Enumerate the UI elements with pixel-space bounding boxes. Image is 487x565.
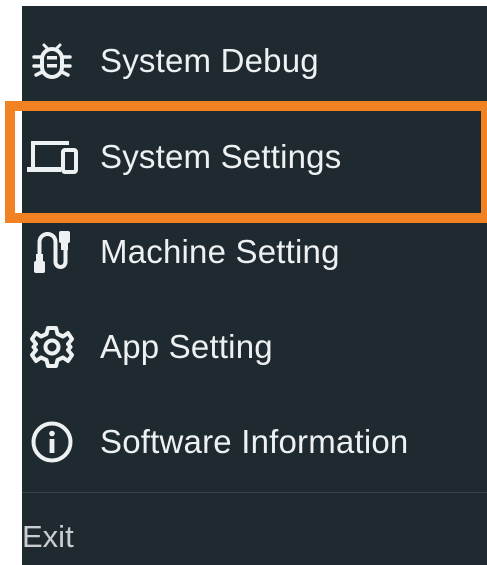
menu-item-label: Machine Setting <box>100 233 340 270</box>
menu-divider <box>22 492 487 493</box>
menu-item-label: App Setting <box>100 328 273 365</box>
gear-icon <box>22 317 82 377</box>
info-icon <box>22 412 82 472</box>
exit-button[interactable]: Exit <box>22 512 74 562</box>
menu-item-label: System Debug <box>100 42 319 79</box>
menu-item-software-information[interactable]: Software Information <box>22 397 487 487</box>
bug-icon <box>22 31 82 91</box>
menu-item-label: Software Information <box>100 423 409 460</box>
menu-item-label: System Settings <box>100 138 342 175</box>
menu-item-system-settings[interactable]: System Settings <box>22 112 487 202</box>
menu-item-app-setting[interactable]: App Setting <box>22 302 487 392</box>
menu-item-system-debug[interactable]: System Debug <box>22 16 487 106</box>
devices-icon <box>22 127 82 187</box>
cable-icon <box>22 222 82 282</box>
settings-menu-panel: System Debug System Settings Machine Set… <box>22 6 487 565</box>
menu-item-machine-setting[interactable]: Machine Setting <box>22 207 487 297</box>
